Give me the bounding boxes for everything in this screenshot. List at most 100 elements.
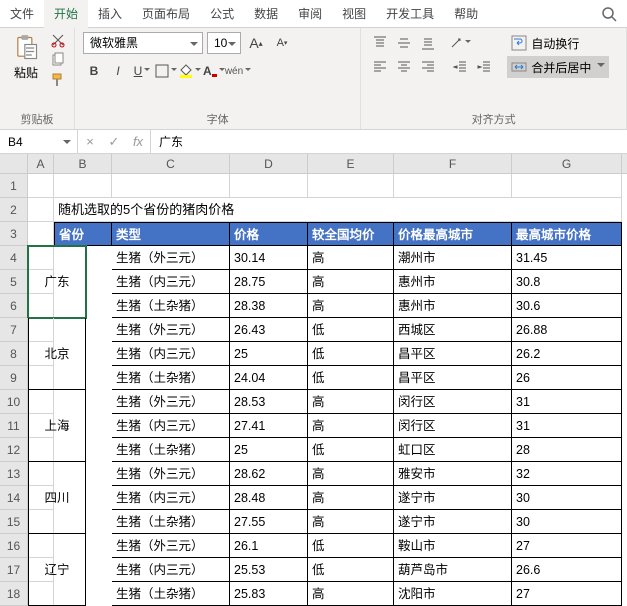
type-cell[interactable]: 生猪（外三元） (112, 534, 230, 558)
compare-cell[interactable]: 低 (308, 534, 394, 558)
type-cell[interactable]: 生猪（外三元） (112, 390, 230, 414)
format-painter-icon[interactable] (50, 72, 66, 88)
price-cell[interactable]: 25.53 (230, 558, 308, 582)
orientation-icon[interactable] (449, 32, 471, 54)
city-cell[interactable]: 闵行区 (394, 414, 512, 438)
price-cell[interactable]: 25.83 (230, 582, 308, 606)
row-header-13[interactable]: 13 (0, 462, 28, 486)
menu-视图[interactable]: 视图 (332, 0, 376, 28)
city-cell[interactable]: 潮州市 (394, 246, 512, 270)
max-cell[interactable]: 32 (512, 462, 622, 486)
city-cell[interactable]: 闵行区 (394, 390, 512, 414)
column-header-G[interactable]: G (512, 154, 622, 173)
increase-indent-icon[interactable] (473, 56, 495, 78)
type-cell[interactable]: 生猪（内三元） (112, 270, 230, 294)
price-cell[interactable]: 28.48 (230, 486, 308, 510)
wrap-text-button[interactable]: 自动换行 (507, 32, 609, 54)
menu-插入[interactable]: 插入 (88, 0, 132, 28)
cell[interactable] (54, 174, 112, 198)
cell[interactable] (394, 174, 512, 198)
price-cell[interactable]: 27.55 (230, 510, 308, 534)
row-header-14[interactable]: 14 (0, 486, 28, 510)
row-header-2[interactable]: 2 (0, 198, 28, 222)
row-header-8[interactable]: 8 (0, 342, 28, 366)
column-header-C[interactable]: C (112, 154, 230, 173)
merge-center-button[interactable]: 合并后居中 (507, 56, 609, 78)
row-header-17[interactable]: 17 (0, 558, 28, 582)
cell[interactable] (28, 222, 54, 246)
phonetic-button[interactable]: wén (227, 60, 249, 82)
table-header[interactable]: 较全国均价 (308, 222, 394, 246)
price-cell[interactable]: 28.75 (230, 270, 308, 294)
city-cell[interactable]: 昌平区 (394, 366, 512, 390)
row-header-7[interactable]: 7 (0, 318, 28, 342)
cell[interactable] (112, 174, 230, 198)
decrease-font-icon[interactable]: A▾ (271, 32, 293, 54)
price-cell[interactable]: 24.04 (230, 366, 308, 390)
border-button[interactable] (155, 60, 177, 82)
copy-icon[interactable] (50, 52, 66, 68)
city-cell[interactable]: 遂宁市 (394, 510, 512, 534)
cell[interactable] (28, 174, 54, 198)
max-cell[interactable]: 31.45 (512, 246, 622, 270)
formula-input[interactable]: 广东 (151, 130, 627, 154)
city-cell[interactable]: 西城区 (394, 318, 512, 342)
menu-审阅[interactable]: 审阅 (288, 0, 332, 28)
max-cell[interactable]: 30 (512, 486, 622, 510)
price-cell[interactable]: 25 (230, 438, 308, 462)
price-cell[interactable]: 28.62 (230, 462, 308, 486)
city-cell[interactable]: 昌平区 (394, 342, 512, 366)
confirm-icon[interactable]: ✓ (102, 134, 126, 150)
max-cell[interactable]: 30.8 (512, 270, 622, 294)
increase-font-icon[interactable]: A▴ (245, 32, 267, 54)
compare-cell[interactable]: 高 (308, 390, 394, 414)
name-box[interactable]: B4 (0, 130, 78, 154)
type-cell[interactable]: 生猪（外三元） (112, 318, 230, 342)
bold-button[interactable]: B (83, 60, 105, 82)
compare-cell[interactable]: 高 (308, 486, 394, 510)
compare-cell[interactable]: 低 (308, 318, 394, 342)
italic-button[interactable]: I (107, 60, 129, 82)
menu-数据[interactable]: 数据 (244, 0, 288, 28)
select-all-corner[interactable] (0, 154, 28, 173)
row-header-9[interactable]: 9 (0, 366, 28, 390)
menu-文件[interactable]: 文件 (0, 0, 44, 28)
fx-icon[interactable]: fx (126, 134, 150, 149)
compare-cell[interactable]: 高 (308, 294, 394, 318)
cell[interactable] (230, 174, 308, 198)
max-cell[interactable]: 27 (512, 582, 622, 606)
row-header-11[interactable]: 11 (0, 414, 28, 438)
city-cell[interactable]: 雅安市 (394, 462, 512, 486)
search-icon[interactable] (601, 6, 617, 22)
font-name-select[interactable]: 微软雅黑 (83, 32, 203, 54)
column-header-D[interactable]: D (230, 154, 308, 173)
row-header-3[interactable]: 3 (0, 222, 28, 246)
price-cell[interactable]: 27.41 (230, 414, 308, 438)
row-header-15[interactable]: 15 (0, 510, 28, 534)
cut-icon[interactable] (50, 32, 66, 48)
type-cell[interactable]: 生猪（土杂猪） (112, 366, 230, 390)
price-cell[interactable]: 26.1 (230, 534, 308, 558)
compare-cell[interactable]: 高 (308, 414, 394, 438)
cell[interactable] (308, 174, 394, 198)
type-cell[interactable]: 生猪（外三元） (112, 462, 230, 486)
table-header[interactable]: 最高城市价格 (512, 222, 622, 246)
align-top-icon[interactable] (369, 32, 391, 54)
column-header-E[interactable]: E (308, 154, 394, 173)
compare-cell[interactable]: 低 (308, 438, 394, 462)
column-header-F[interactable]: F (394, 154, 512, 173)
compare-cell[interactable]: 高 (308, 462, 394, 486)
underline-button[interactable]: U (131, 60, 153, 82)
province-cell[interactable]: 上海 (28, 390, 86, 462)
row-header-5[interactable]: 5 (0, 270, 28, 294)
price-cell[interactable]: 30.14 (230, 246, 308, 270)
compare-cell[interactable]: 高 (308, 582, 394, 606)
max-cell[interactable]: 31 (512, 414, 622, 438)
table-title[interactable]: 随机选取的5个省份的猪肉价格 (54, 198, 622, 222)
table-header[interactable]: 价格最高城市 (394, 222, 512, 246)
row-header-10[interactable]: 10 (0, 390, 28, 414)
fill-color-button[interactable] (179, 60, 201, 82)
type-cell[interactable]: 生猪（土杂猪） (112, 438, 230, 462)
cancel-icon[interactable]: × (78, 134, 102, 149)
menu-开发工具[interactable]: 开发工具 (376, 0, 444, 28)
